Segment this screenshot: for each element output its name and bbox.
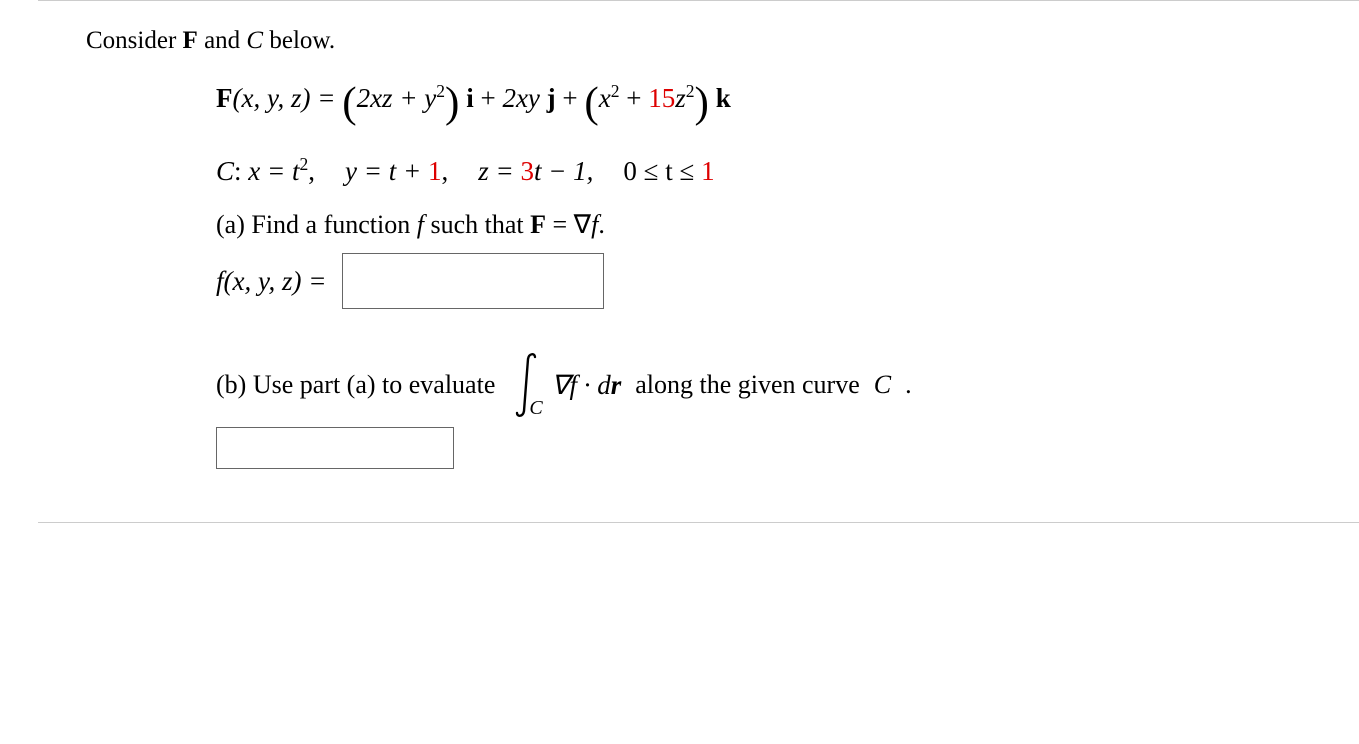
pa-eq: = ∇ [546, 210, 591, 239]
part-a-question: (a) Find a function f such that F = ∇f. [216, 206, 1311, 244]
answer-a-lhs: f(x, y, z) = [216, 262, 326, 301]
eq-plus1: + [474, 83, 503, 113]
pa-label: (a) Find a function [216, 210, 417, 239]
pb-nabla: ∇ [551, 370, 569, 400]
eq-term3-z: z [675, 83, 686, 113]
eq-k: k [709, 83, 731, 113]
pa-dot: . [598, 210, 605, 239]
curve-comma1: , [308, 156, 315, 186]
intro-C: C [246, 27, 263, 54]
part-b-question: (b) Use part (a) to evaluate C ∇f · dr a… [216, 351, 1311, 419]
curve-z-post: t − 1, [534, 156, 593, 186]
eq-args: (x, y, z) = [233, 83, 343, 113]
curve-range-red: 1 [701, 156, 715, 186]
curve-C: C [216, 156, 234, 186]
pa-mid: such that [424, 210, 530, 239]
integral-expression: C ∇f · dr [509, 351, 621, 419]
eq-term1-exp: 2 [436, 81, 445, 101]
pa-f: f [417, 210, 424, 239]
curve-y-red: 1 [428, 156, 442, 186]
pb-after: along the given curve [635, 366, 860, 404]
eq-i: i [459, 83, 473, 113]
answer-b-input[interactable] [216, 427, 454, 469]
answer-a-row: f(x, y, z) = [216, 253, 1311, 309]
rparen-2: ) [695, 80, 709, 127]
pb-r: r [611, 370, 622, 400]
eq-term3-red: 15 [648, 83, 675, 113]
eq-term1a: 2xz + y [357, 83, 437, 113]
pb-C: C [874, 366, 891, 404]
intro-suffix: below. [263, 27, 335, 54]
eq-j: j [540, 83, 556, 113]
eq-term3-plus: + [620, 83, 649, 113]
curve-comma2: , [441, 156, 448, 186]
pb-label: (b) Use part (a) to evaluate [216, 366, 495, 404]
pa-F: F [530, 210, 546, 239]
integral-icon: C [509, 351, 545, 419]
curve-range-pre: 0 ≤ t ≤ [623, 156, 701, 186]
curve-y: y = t + [345, 156, 428, 186]
vector-field-equation: F(x, y, z) = (2xz + y2) i + 2xy j + (x2 … [216, 79, 1311, 118]
answer-a-input[interactable] [342, 253, 604, 309]
problem-container: Consider F and C below. F(x, y, z) = (2x… [38, 1, 1359, 522]
pb-f: f [569, 370, 583, 400]
lparen-2: ( [584, 80, 598, 127]
eq-F: F [216, 83, 233, 113]
curve-definition: C: x = t2, y = t + 1, z = 3t − 1, 0 ≤ t ≤ 1 [216, 152, 1311, 191]
eq-term3a: x [599, 83, 611, 113]
curve-z-pre: z = [478, 156, 520, 186]
pb-period: . [905, 366, 912, 404]
eq-term3-exp2: 2 [686, 81, 695, 101]
intro-and: and [198, 27, 247, 54]
intro-line: Consider F and C below. [86, 23, 1311, 59]
eq-term2: 2xy [502, 83, 539, 113]
curve-colon: : [234, 156, 248, 186]
lparen-1: ( [342, 80, 356, 127]
pb-dr: d [590, 370, 610, 400]
intro-F: F [183, 27, 198, 54]
intro-prefix: Consider [86, 27, 183, 54]
eq-plus2: + [556, 83, 585, 113]
rparen-1: ) [445, 80, 459, 127]
curve-x-exp: 2 [300, 154, 309, 174]
answer-b-row [216, 427, 1311, 480]
curve-x: x = t [248, 156, 299, 186]
integral-sub-C: C [529, 394, 542, 423]
curve-z-red: 3 [520, 156, 534, 186]
eq-term3-exp1: 2 [611, 81, 620, 101]
